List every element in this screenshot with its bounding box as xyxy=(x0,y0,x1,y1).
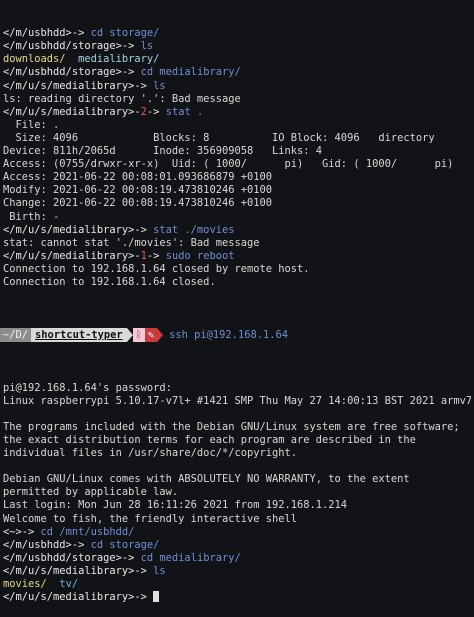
git-branch-icon: ᚱ xyxy=(132,328,145,343)
command-text: cd /mnt/usbhdd/ xyxy=(40,525,135,538)
output-text: tv/ xyxy=(59,578,79,591)
output-text: ls: reading directory '.': Bad message xyxy=(3,92,241,105)
status-dir-name: shortcut-typer xyxy=(31,328,127,343)
terminal-line: </m/usbhdd/storage>-> cd medialibrary/ xyxy=(3,66,471,79)
output-text: the exact distribution terms for each pr… xyxy=(3,434,416,446)
terminal-output-top: </m/usbhdd>-> cd storage/</m/usbhdd/stor… xyxy=(3,27,471,289)
prompt-text: </m/usbhdd>-> xyxy=(3,27,91,40)
terminal-line: permitted by applicable law. xyxy=(3,486,471,499)
output-text: downloads/ xyxy=(3,53,66,66)
pencil-icon: ✎ xyxy=(144,328,158,343)
terminal-line: Size: 4096 Blocks: 8 IO Block: 4096 dire… xyxy=(3,132,471,145)
command-text: ls xyxy=(153,564,166,577)
terminal-line: Access: 2021-06-22 00:08:01.093686879 +0… xyxy=(3,171,471,184)
output-text: Birth: - xyxy=(3,210,60,223)
terminal-line: the exact distribution terms for each pr… xyxy=(3,434,471,447)
prompt-text: </m/usbhdd/storage>-> xyxy=(3,66,141,79)
terminal-line: Modify: 2021-06-22 00:08:19.473810246 +0… xyxy=(3,184,471,197)
terminal-line: </m/u/s/medialibrary>-> ls xyxy=(3,565,471,578)
terminal-line: </m/usbhdd/storage>-> ls xyxy=(3,40,471,53)
terminal-line: Birth: - xyxy=(3,211,471,224)
terminal-line: </m/u/s/medialibrary>-> ls xyxy=(3,80,471,93)
terminal-line: File: . xyxy=(3,119,471,132)
command-text: cd storage/ xyxy=(90,27,160,40)
terminal-line: downloads/ medialibrary/ xyxy=(3,53,471,66)
status-dir-prefix: ~/D/ xyxy=(0,328,32,343)
command-text: ls xyxy=(140,40,154,53)
output-text: permitted by applicable law. xyxy=(3,486,179,499)
output-text: individual files in /usr/share/doc/*/cop… xyxy=(3,447,298,460)
terminal-line: </m/u/s/medialibrary>-2-> stat . xyxy=(3,106,471,119)
terminal-line: stat: cannot stat './movies': Bad messag… xyxy=(3,237,471,250)
prompt-text: </m/usbhdd/storage>-> xyxy=(3,551,141,564)
prompt-text: </m/u/s/medialibrary>-> xyxy=(3,79,154,92)
terminal-line: </m/u/s/medialibrary>-> stat ./movies xyxy=(3,224,471,237)
prompt-status-bar: ~/D/ shortcut-typer ᚱ ✎ ssh pi@192.168.1… xyxy=(0,328,474,343)
output-text: medialibrary/ xyxy=(78,53,160,66)
output-text: pi@192.168.1.64's password: xyxy=(3,381,172,394)
command-text: sudo reboot xyxy=(165,249,235,262)
terminal-line: movies/ tv/ xyxy=(3,578,471,591)
terminal-window[interactable]: </m/usbhdd>-> cd storage/</m/usbhdd/stor… xyxy=(0,0,474,617)
prompt-text: </m/u/s/medialibrary>- xyxy=(3,105,141,118)
terminal-line: pi@192.168.1.64's password: xyxy=(3,382,471,395)
prompt-text: </m/u/s/medialibrary>- xyxy=(3,249,141,262)
ssh-command: ssh pi@192.168.1.64 xyxy=(169,328,288,341)
command-text: ls xyxy=(153,79,166,92)
command-text: stat ./movies xyxy=(153,223,235,236)
terminal-line: Connection to 192.168.1.64 closed by rem… xyxy=(3,263,471,276)
terminal-line: ls: reading directory '.': Bad message xyxy=(3,93,471,106)
prompt-text: </m/usbhdd>-> xyxy=(3,538,91,551)
terminal-line: Last login: Mon Jun 28 16:11:26 2021 fro… xyxy=(3,499,471,512)
prompt-text: -> xyxy=(146,105,166,118)
text-cursor[interactable] xyxy=(153,591,160,603)
prompt-text: <~>-> xyxy=(3,525,41,538)
output-text: Device: 811h/2065d Inode: 356909058 Link… xyxy=(3,145,323,158)
prompt-text: </m/u/s/medialibrary>-> xyxy=(3,223,154,236)
terminal-line: Debian GNU/Linux comes with ABSOLUTELY N… xyxy=(3,473,471,486)
terminal-line: individual files in /usr/share/doc/*/cop… xyxy=(3,447,471,460)
terminal-line: Welcome to fish, the friendly interactiv… xyxy=(3,513,471,526)
output-text: Connection to 192.168.1.64 closed by rem… xyxy=(3,262,310,275)
terminal-line: The programs included with the Debian GN… xyxy=(3,421,471,434)
prompt-text: </m/usbhdd/storage>-> xyxy=(3,40,141,53)
output-text: movies/ xyxy=(3,578,47,591)
command-text: cd medialibrary/ xyxy=(140,551,241,564)
prompt-text: </m/u/s/medialibrary>-> xyxy=(3,591,154,604)
output-text: The programs included with the Debian GN… xyxy=(3,420,460,433)
output-text: Last login: Mon Jun 28 16:11:26 2021 fro… xyxy=(3,499,348,512)
output-text: Connection to 192.168.1.64 closed. xyxy=(3,275,216,288)
terminal-line: </m/u/s/medialibrary>-> xyxy=(3,591,471,604)
terminal-line: </m/u/s/medialibrary>-1-> sudo reboot xyxy=(3,250,471,263)
output-text: Modify: 2021-06-22 00:08:19.473810246 +0… xyxy=(3,184,272,197)
output-text: Size: 4096 Blocks: 8 IO Block: 4096 dire… xyxy=(3,131,435,144)
output-text: stat: cannot stat './movies': Bad messag… xyxy=(3,236,260,249)
terminal-line: Device: 811h/2065d Inode: 356909058 Link… xyxy=(3,145,471,158)
terminal-line: Linux raspberrypi 5.10.17-v7l+ #1421 SMP… xyxy=(3,395,471,408)
output-text: Linux raspberrypi 5.10.17-v7l+ #1421 SMP… xyxy=(3,394,471,407)
output-text: Access: (0755/drwxr-xr-x) Uid: ( 1000/ p… xyxy=(3,158,454,171)
prompt-text: -> xyxy=(146,249,166,262)
terminal-line: </m/usbhdd>-> cd storage/ xyxy=(3,539,471,552)
command-text: stat . xyxy=(165,105,204,118)
output-text: Debian GNU/Linux comes with ABSOLUTELY N… xyxy=(3,473,410,486)
terminal-line: Connection to 192.168.1.64 closed. xyxy=(3,276,471,289)
terminal-output-bottom: pi@192.168.1.64's password: Linux raspber… xyxy=(3,382,471,605)
terminal-line: </m/usbhdd/storage>-> cd medialibrary/ xyxy=(3,552,471,565)
terminal-line: Access: (0755/drwxr-xr-x) Uid: ( 1000/ p… xyxy=(3,158,471,171)
output-text: Change: 2021-06-22 00:08:19.473810246 +0… xyxy=(3,197,272,210)
output-text: Welcome to fish, the friendly interactiv… xyxy=(3,512,298,525)
command-text: cd storage/ xyxy=(90,538,160,551)
command-text: cd medialibrary/ xyxy=(140,66,241,79)
terminal-line: <~>-> cd /mnt/usbhdd/ xyxy=(3,526,471,539)
prompt-text: </m/u/s/medialibrary>-> xyxy=(3,564,154,577)
output-text: Access: 2021-06-22 00:08:01.093686879 +0… xyxy=(3,171,272,184)
terminal-line: Change: 2021-06-22 00:08:19.473810246 +0… xyxy=(3,197,471,210)
output-text: File: . xyxy=(3,118,60,131)
terminal-line: </m/usbhdd>-> cd storage/ xyxy=(3,27,471,40)
